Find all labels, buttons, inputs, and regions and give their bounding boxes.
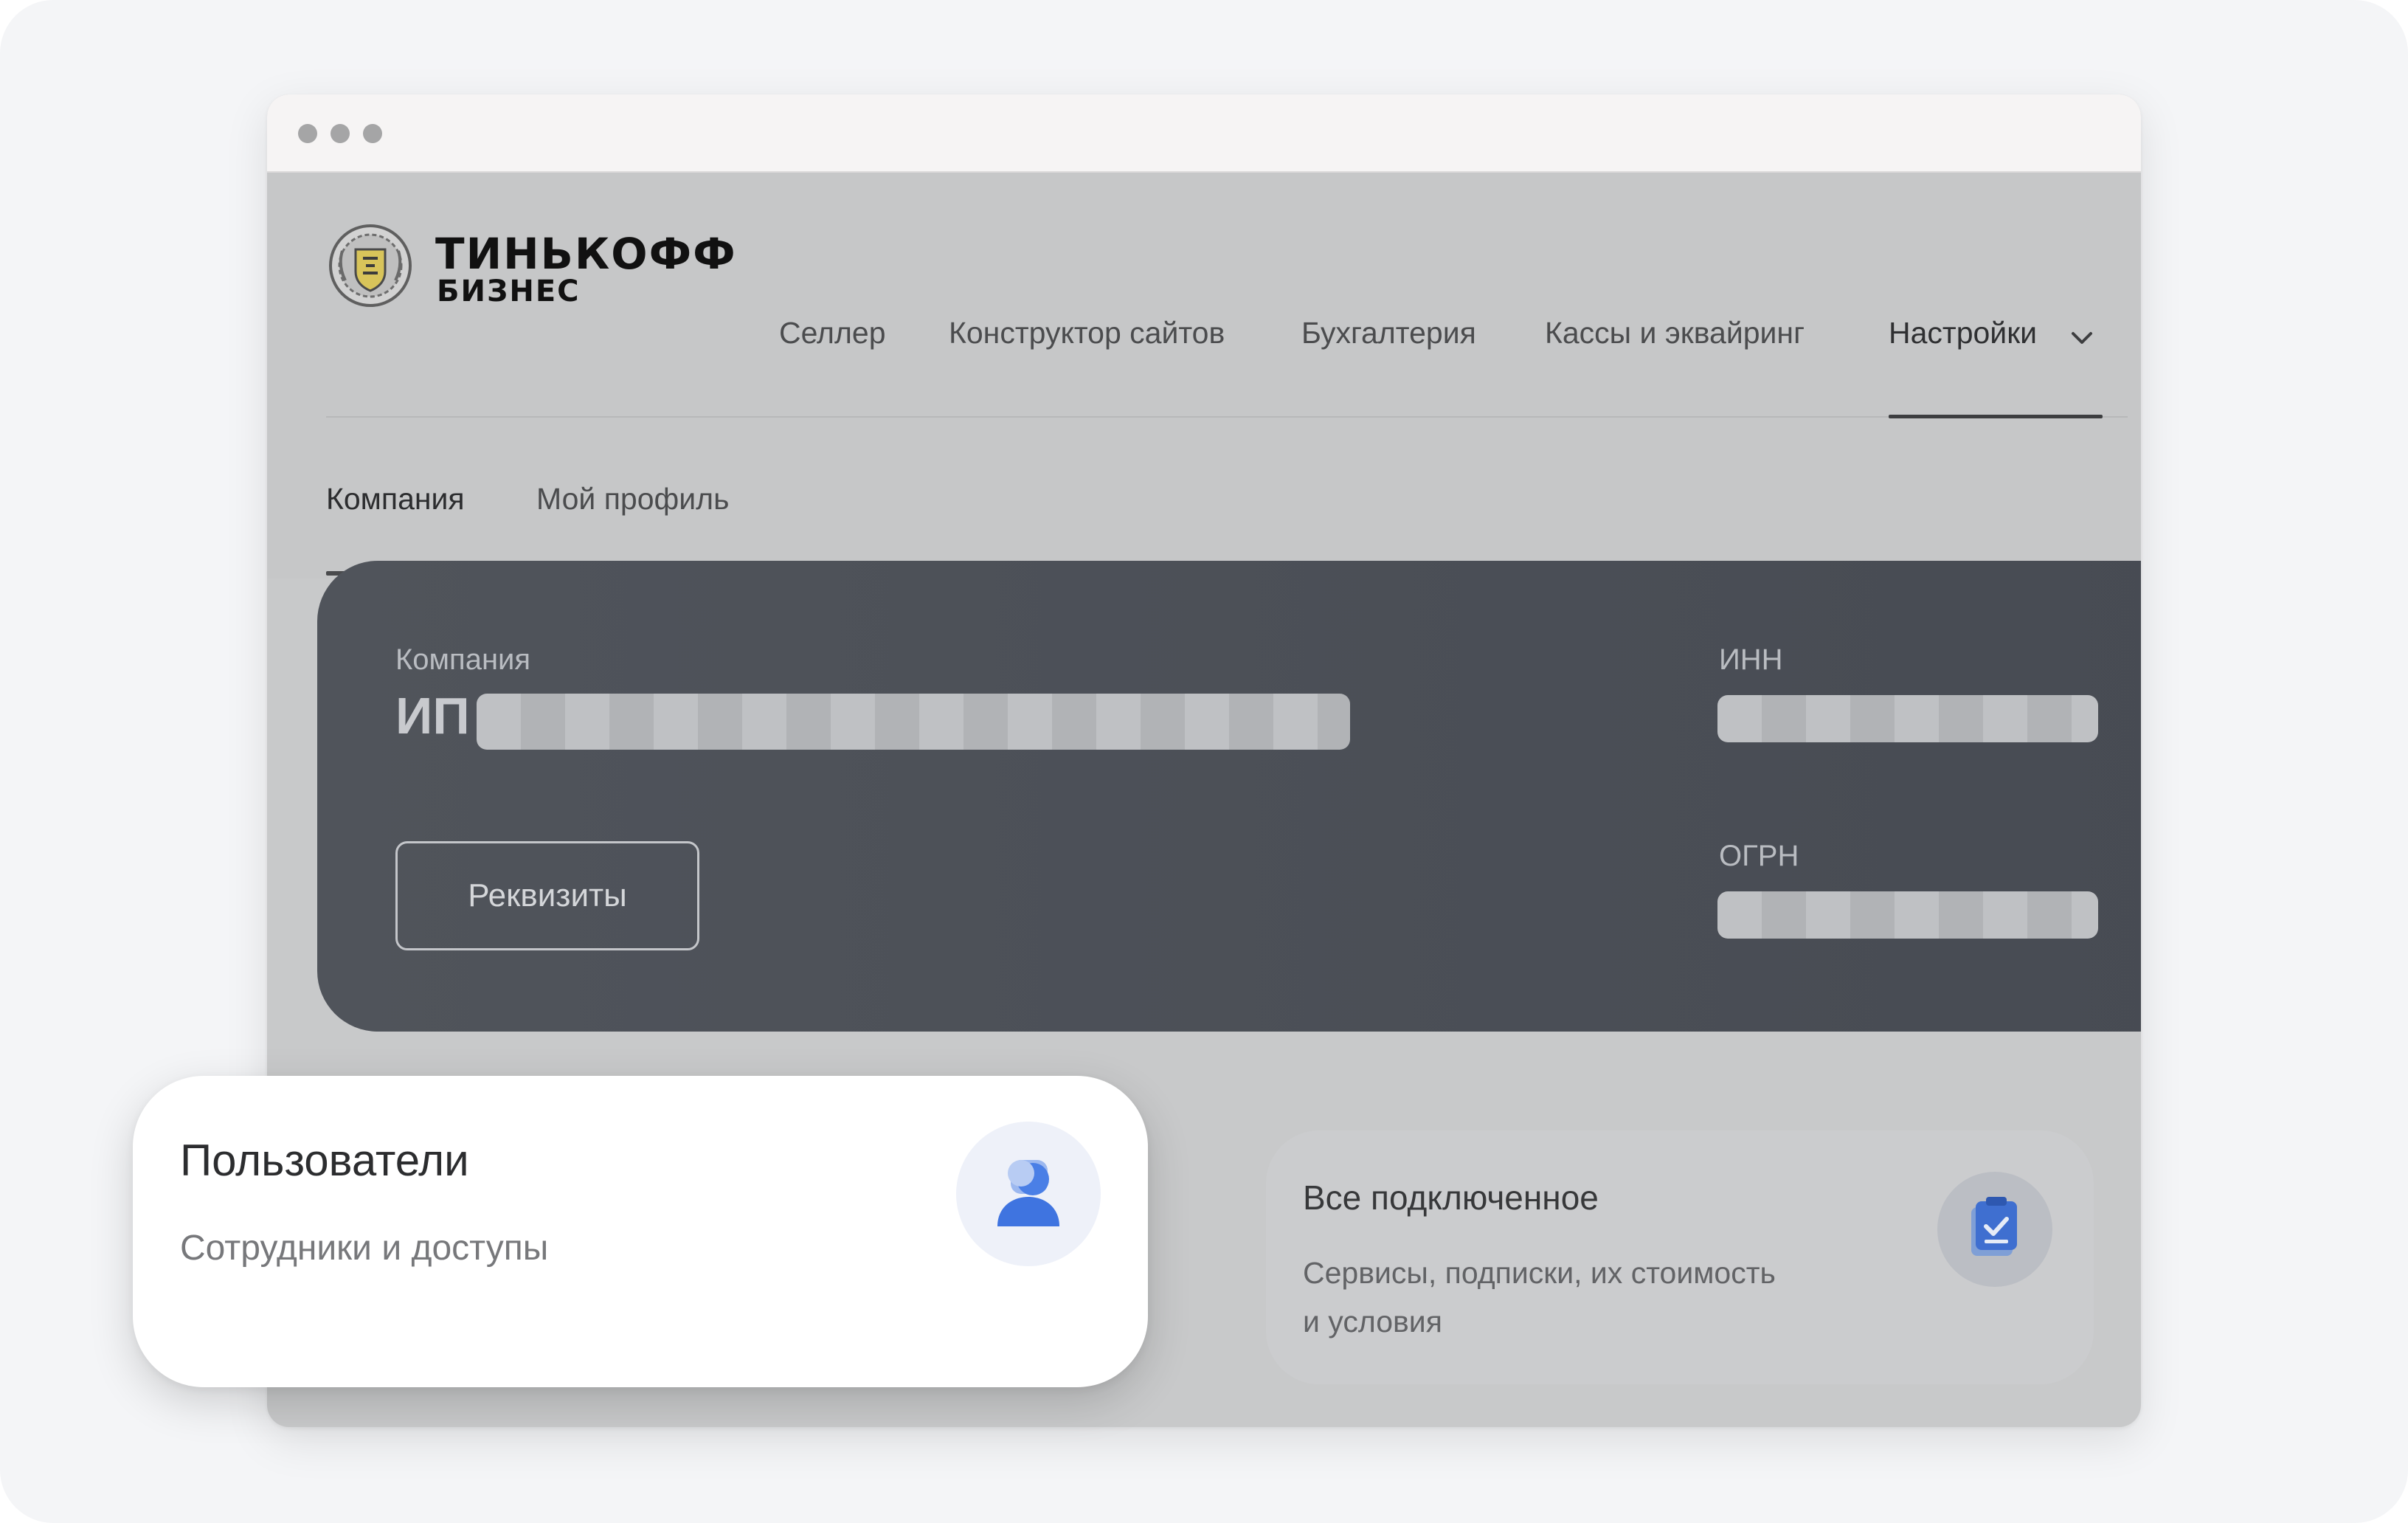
nav-item-accounting[interactable]: Бухгалтерия <box>1301 316 1476 350</box>
coat-of-arms-icon <box>329 224 412 307</box>
window-titlebar <box>267 94 2141 173</box>
ogrn-value-redacted <box>1717 891 2098 939</box>
window-dot-close[interactable] <box>298 124 317 143</box>
brand-name: ТИНЬКОФФ <box>435 229 737 279</box>
nav-item-seller[interactable]: Селлер <box>779 316 886 350</box>
inn-label: ИНН <box>1719 643 1783 676</box>
users-description: Сотрудники и доступы <box>180 1229 549 1268</box>
chevron-down-icon[interactable] <box>2066 322 2098 354</box>
company-label: Компания <box>395 643 531 676</box>
all-connected-card[interactable]: Все подключенное Сервисы, подписки, их с… <box>1266 1130 2094 1384</box>
all-connected-description-line2: и условия <box>1303 1305 1442 1339</box>
brand-logo[interactable]: ТИНЬКОФФ БИЗНЕС <box>326 221 754 310</box>
nav-item-cash-acquiring[interactable]: Кассы и эквайринг <box>1545 316 1805 350</box>
ogrn-label: ОГРН <box>1719 840 1799 872</box>
all-connected-title: Все подключенное <box>1303 1178 1599 1217</box>
users-icon-container <box>956 1122 1101 1266</box>
inn-value-redacted <box>1717 695 2098 742</box>
users-card[interactable]: Пользователи Сотрудники и доступы <box>133 1076 1148 1387</box>
window-dot-maximize[interactable] <box>363 124 382 143</box>
window-dot-minimize[interactable] <box>331 124 350 143</box>
tab-company[interactable]: Компания <box>326 482 465 517</box>
nav-active-indicator <box>1889 415 2103 418</box>
users-icon <box>997 1160 1059 1226</box>
company-card: Компания ИП ИНН ОГРН Реквизиты <box>317 561 2141 1032</box>
all-connected-icon-container <box>1937 1172 2052 1287</box>
nav-item-site-builder[interactable]: Конструктор сайтов <box>949 316 1225 350</box>
clipboard-check-icon <box>1971 1197 2017 1256</box>
company-name-redacted <box>477 694 1350 750</box>
requisites-button[interactable]: Реквизиты <box>395 841 699 950</box>
brand-subname: БИЗНЕС <box>437 274 581 308</box>
nav-item-settings[interactable]: Настройки <box>1889 316 2037 350</box>
all-connected-description-line1: Сервисы, подписки, их стоимость <box>1303 1256 1776 1290</box>
nav-divider <box>326 416 2128 418</box>
tab-my-profile[interactable]: Мой профиль <box>536 482 729 517</box>
users-title: Пользователи <box>180 1136 469 1185</box>
company-prefix: ИП <box>395 687 470 745</box>
